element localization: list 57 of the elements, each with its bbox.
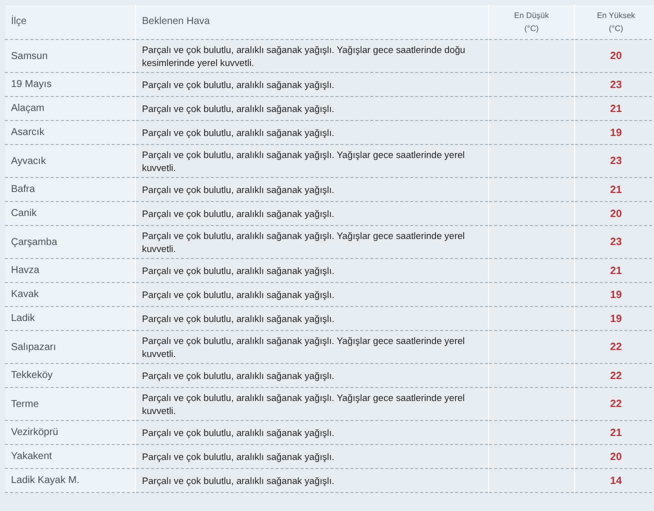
high-temperature: 23 (610, 155, 622, 167)
district-name: Alaçam (11, 102, 44, 115)
district-name: 19 Mayıs (11, 78, 52, 91)
district-name: Bafra (11, 183, 35, 196)
forecast-text: Parçalı ve çok bulutlu, aralıklı sağanak yağışlı. (142, 369, 334, 382)
high-temperature: 19 (610, 288, 622, 300)
forecast-text: Parçalı ve çok bulutlu, aralıklı sağanak yağışlı. Yağışlar gece saatlerinde doğu kesimlerinde yerel kuvvetli. (142, 43, 466, 69)
high-temperature: 21 (610, 426, 622, 438)
forecast-text: Parçalı ve çok bulutlu, aralıklı sağanak yağışlı. (142, 474, 334, 487)
district-name: Çarşamba (11, 236, 58, 248)
high-temperature: 21 (610, 102, 622, 114)
high-temperature: 23 (610, 78, 622, 90)
forecast-text: Parçalı ve çok bulutlu, aralıklı sağanak yağışlı. (142, 312, 334, 325)
forecast-text: Parçalı ve çok bulutlu, aralıklı sağanak yağışlı. (142, 126, 334, 139)
district-name: Havza (11, 264, 40, 277)
forecast-text: Parçalı ve çok bulutlu, aralıklı sağanak yağışlı. (142, 264, 334, 277)
district-name: Ayvacık (11, 154, 46, 168)
unit-label: (°C) (608, 23, 624, 35)
high-temperature: 22 (610, 370, 622, 382)
district-name: Salıpazarı (11, 340, 56, 354)
high-temperature: 20 (610, 450, 622, 462)
district-name: Yakakent (11, 450, 52, 463)
district-name: Vezirköprü (11, 426, 58, 439)
forecast-text: Parçalı ve çok bulutlu, aralıklı sağanak yağışlı. (142, 450, 334, 463)
forecast-text: Parçalı ve çok bulutlu, aralıklı sağanak yağışlı. (142, 183, 334, 196)
unit-label: (°C) (524, 23, 539, 35)
high-temperature: 19 (610, 312, 622, 324)
high-temperature: 19 (610, 126, 622, 138)
column-header: En Yüksek (596, 10, 636, 22)
district-name: Asarcık (11, 126, 44, 139)
district-name: Tekkeköy (11, 369, 53, 382)
column-header: İlçe (11, 15, 27, 29)
district-name: Samsun (11, 50, 48, 62)
district-name: Ladik Kayak M. (11, 474, 80, 487)
forecast-text: Parçalı ve çok bulutlu, aralıklı sağanak yağışlı. (142, 207, 334, 220)
forecast-text: Parçalı ve çok bulutlu, aralıklı sağanak yağışlı. Yağışlar gece saatlerinde yerel kuvvetli. (142, 334, 466, 360)
column-header: Beklenen Hava (142, 15, 210, 29)
forecast-text: Parçalı ve çok bulutlu, aralıklı sağanak yağışlı. (142, 78, 334, 91)
high-temperature: 21 (610, 264, 622, 276)
high-temperature: 22 (610, 341, 622, 353)
forecast-text: Parçalı ve çok bulutlu, aralıklı sağanak yağışlı. Yağışlar gece saatlerinde yerel kuvvetli. (142, 229, 466, 255)
forecast-text: Parçalı ve çok bulutlu, aralıklı sağanak yağışlı. Yağışlar gece saatlerinde yerel kuvvetli. (142, 148, 466, 174)
district-name: Ladik (11, 312, 35, 325)
high-temperature: 14 (610, 474, 622, 486)
high-temperature: 23 (610, 236, 622, 248)
column-header: En Düşük (514, 10, 549, 22)
forecast-text: Parçalı ve çok bulutlu, aralıklı sağanak yağışlı. (142, 102, 334, 115)
high-temperature: 20 (610, 50, 622, 62)
high-temperature: 20 (610, 208, 622, 220)
district-name: Canik (11, 207, 37, 220)
high-temperature: 21 (610, 184, 622, 196)
forecast-text: Parçalı ve çok bulutlu, aralıklı sağanak yağışlı. (142, 288, 334, 301)
district-name: Kavak (11, 288, 39, 301)
forecast-text: Parçalı ve çok bulutlu, aralıklı sağanak yağışlı. (142, 426, 334, 439)
district-name: Terme (11, 398, 39, 410)
high-temperature: 22 (610, 398, 622, 410)
forecast-text: Parçalı ve çok bulutlu, aralıklı sağanak yağışlı. Yağışlar gece saatlerinde yerel kuvvetli. (142, 391, 466, 417)
